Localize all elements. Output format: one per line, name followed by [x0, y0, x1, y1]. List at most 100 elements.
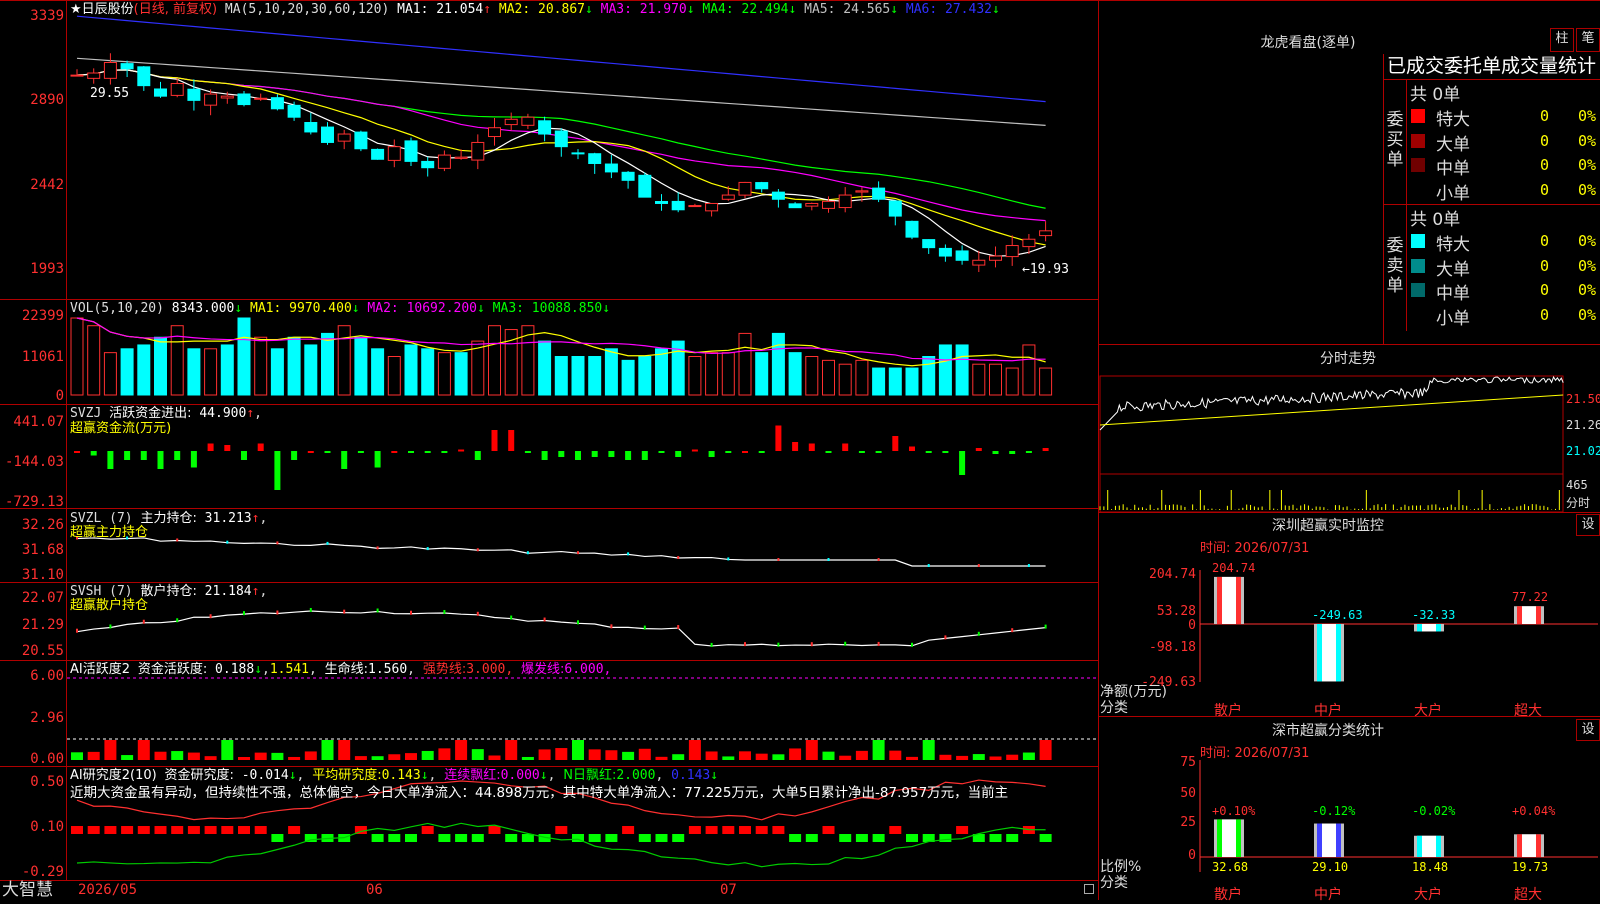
- candle: [955, 250, 969, 261]
- activity-bar: [304, 751, 317, 760]
- svzj-value: 44.900: [199, 406, 247, 421]
- axis-tick: 53.28: [1156, 604, 1196, 619]
- holding-tick: [877, 558, 880, 561]
- research-bar: [655, 834, 668, 842]
- fund-flow-bar: [291, 451, 298, 460]
- bar-change-label: +0.10%: [1212, 804, 1256, 818]
- bar-value-label: 77.22: [1512, 590, 1549, 605]
- sell-group-label: 委卖单: [1386, 236, 1404, 296]
- ai2-header: AI研究度2(10) 资金研究度: -0.014↓, 平均研究度:0.143↓,…: [70, 768, 719, 783]
- research-bar: [421, 826, 434, 834]
- holding-tick: [209, 614, 212, 619]
- research-bar: [121, 826, 134, 834]
- sell-row-percent: 0%: [1578, 256, 1597, 275]
- candle: [671, 200, 685, 211]
- activity-bar: [521, 756, 534, 760]
- category-label: 超大: [1514, 887, 1542, 903]
- bar-value-label: 32.68: [1212, 860, 1249, 874]
- ai1-header: AI活跃度2 资金活跃度: 0.188↓,1.541, 生命线:1.560, 强…: [70, 662, 612, 677]
- activity-bar: [839, 755, 852, 760]
- holding-tick: [844, 641, 847, 646]
- research-bar: [1039, 834, 1052, 842]
- kline-chart[interactable]: [0, 0, 1098, 900]
- candle: [571, 152, 585, 155]
- fund-flow-bar: [491, 430, 498, 451]
- activity-bar: [722, 756, 735, 760]
- category-label: 散户: [1214, 887, 1242, 903]
- volume-bar: [354, 336, 368, 396]
- buy-row-label: 大单: [1436, 134, 1470, 155]
- volume-bar: [922, 356, 936, 396]
- candle: [287, 104, 301, 118]
- activity-bar: [939, 754, 952, 760]
- stock-name: 日辰股份: [81, 2, 134, 17]
- sz-monitor-xlabel: 分类: [1100, 700, 1128, 716]
- fund-flow-bar: [324, 451, 331, 453]
- buy-color-swatch: [1411, 182, 1425, 197]
- fund-flow-bar: [591, 451, 598, 457]
- svzl-subtitle: 超赢主力持仓: [70, 525, 149, 540]
- activity-bar: [488, 755, 501, 760]
- sz-monitor-settings-button[interactable]: 设: [1576, 514, 1600, 536]
- holding-tick: [744, 642, 746, 647]
- tab-bar-view[interactable]: 柱: [1550, 28, 1574, 52]
- lhb-title: 龙虎看盘(逐单): [1260, 35, 1356, 51]
- tab-tick-view[interactable]: 笔: [1576, 28, 1600, 52]
- buy-row-count: 0: [1540, 131, 1550, 150]
- candle: [220, 95, 234, 99]
- activity-bar: [238, 756, 250, 760]
- cls-stat-settings-button[interactable]: 设: [1576, 719, 1600, 741]
- date-axis-label: 2026/05: [78, 882, 138, 898]
- fund-flow-bar: [758, 451, 765, 453]
- chart-mode[interactable]: (日线, 前复权): [134, 2, 217, 17]
- bar-value-label: 204.74: [1212, 560, 1256, 575]
- ai2-avg-value: 0.143: [381, 768, 421, 783]
- ai2-redstreak-value: 0.000: [500, 768, 540, 783]
- volume-bar: [1022, 344, 1036, 396]
- divider: [1406, 79, 1407, 331]
- candle: [270, 97, 284, 110]
- activity-bar: [889, 750, 902, 760]
- candle: [70, 74, 84, 77]
- axis-tick: 25: [1180, 815, 1196, 830]
- date-axis-label: 07: [720, 882, 737, 898]
- fund-flow-bar: [124, 451, 131, 460]
- research-bar: [638, 834, 651, 842]
- cls-stat-xlabel: 分类: [1100, 875, 1128, 891]
- activity-bar: [622, 751, 635, 760]
- research-bar: [889, 826, 902, 834]
- lock-icon[interactable]: [1084, 884, 1094, 894]
- svzj-arrow: ↑: [246, 406, 255, 421]
- activity-bar: [956, 755, 969, 760]
- activity-bar: [588, 749, 601, 760]
- category-label: 中户: [1314, 887, 1342, 903]
- activity-bar: [1022, 752, 1035, 760]
- bar-value-label: 18.48: [1412, 860, 1449, 874]
- ma-value-3: MA3: 21.970: [592, 2, 687, 17]
- ma5-line: [76, 57, 1046, 127]
- svzl-value: 31.213: [204, 511, 252, 526]
- favorite-star-icon[interactable]: ★: [70, 2, 82, 17]
- ai2-nday-label: N日飘红:: [563, 768, 617, 783]
- intraday-tick: 21.50: [1566, 392, 1600, 406]
- ai2-arrow: ↓: [288, 768, 297, 783]
- svzl-label: SVZL (7): [70, 511, 133, 526]
- ai2-title: 资金研究度:: [164, 768, 234, 783]
- holding-tick: [510, 615, 513, 620]
- buy-row-count: 0: [1540, 156, 1550, 174]
- volume-bar: [855, 359, 869, 396]
- svsh-header: SVSH (7) 散户持仓: 21.184↑,: [70, 584, 268, 599]
- sell-color-swatch: [1411, 283, 1425, 297]
- activity-bar: [171, 751, 184, 760]
- fund-flow-bar: [625, 451, 632, 460]
- fund-flow-bar: [224, 445, 231, 451]
- candle: [538, 120, 552, 135]
- volume-bar: [103, 352, 117, 396]
- buy-color-swatch: [1411, 133, 1425, 148]
- activity-bar: [87, 751, 100, 760]
- ai2-avg-arrow: ↓: [420, 768, 429, 783]
- bar-change-label: -0.02%: [1412, 804, 1456, 818]
- activity-bar: [421, 750, 434, 760]
- intraday-unit: 分时: [1566, 496, 1591, 510]
- holding-tick: [326, 541, 329, 545]
